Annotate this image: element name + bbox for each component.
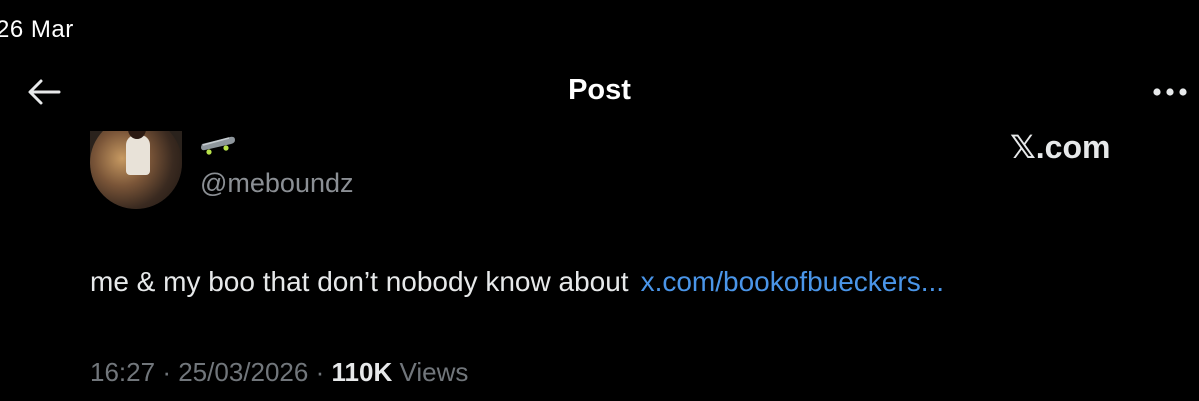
views-count[interactable]: 110K xyxy=(332,357,393,387)
date-stamp: 26 Mar xyxy=(0,16,74,43)
avatar[interactable] xyxy=(90,131,182,209)
post-date[interactable]: 25/03/2026 xyxy=(178,357,308,387)
page-title: Post xyxy=(568,74,631,106)
post-meta: 16:27 · 25/03/2026 · 110K Views xyxy=(90,357,468,388)
post-time: 16:27 xyxy=(90,357,156,387)
post-link[interactable]: x.com/bookofbueckers... xyxy=(641,266,944,297)
avatar-photo xyxy=(90,131,182,209)
more-options-button[interactable] xyxy=(1150,80,1190,104)
ellipsis-icon xyxy=(1153,88,1187,96)
post-text: me & my boo that don’t nobody know about xyxy=(90,266,629,297)
post-body: me & my boo that don’t nobody know about… xyxy=(90,266,944,298)
x-watermark: 𝕏.com xyxy=(1010,129,1111,165)
author-handle[interactable]: @meboundz xyxy=(200,168,354,199)
skateboard-emoji xyxy=(201,136,235,155)
views-label: Views xyxy=(399,357,469,387)
meta-separator: · xyxy=(315,357,325,387)
meta-separator: · xyxy=(162,357,171,387)
avatar-figure xyxy=(126,135,150,175)
